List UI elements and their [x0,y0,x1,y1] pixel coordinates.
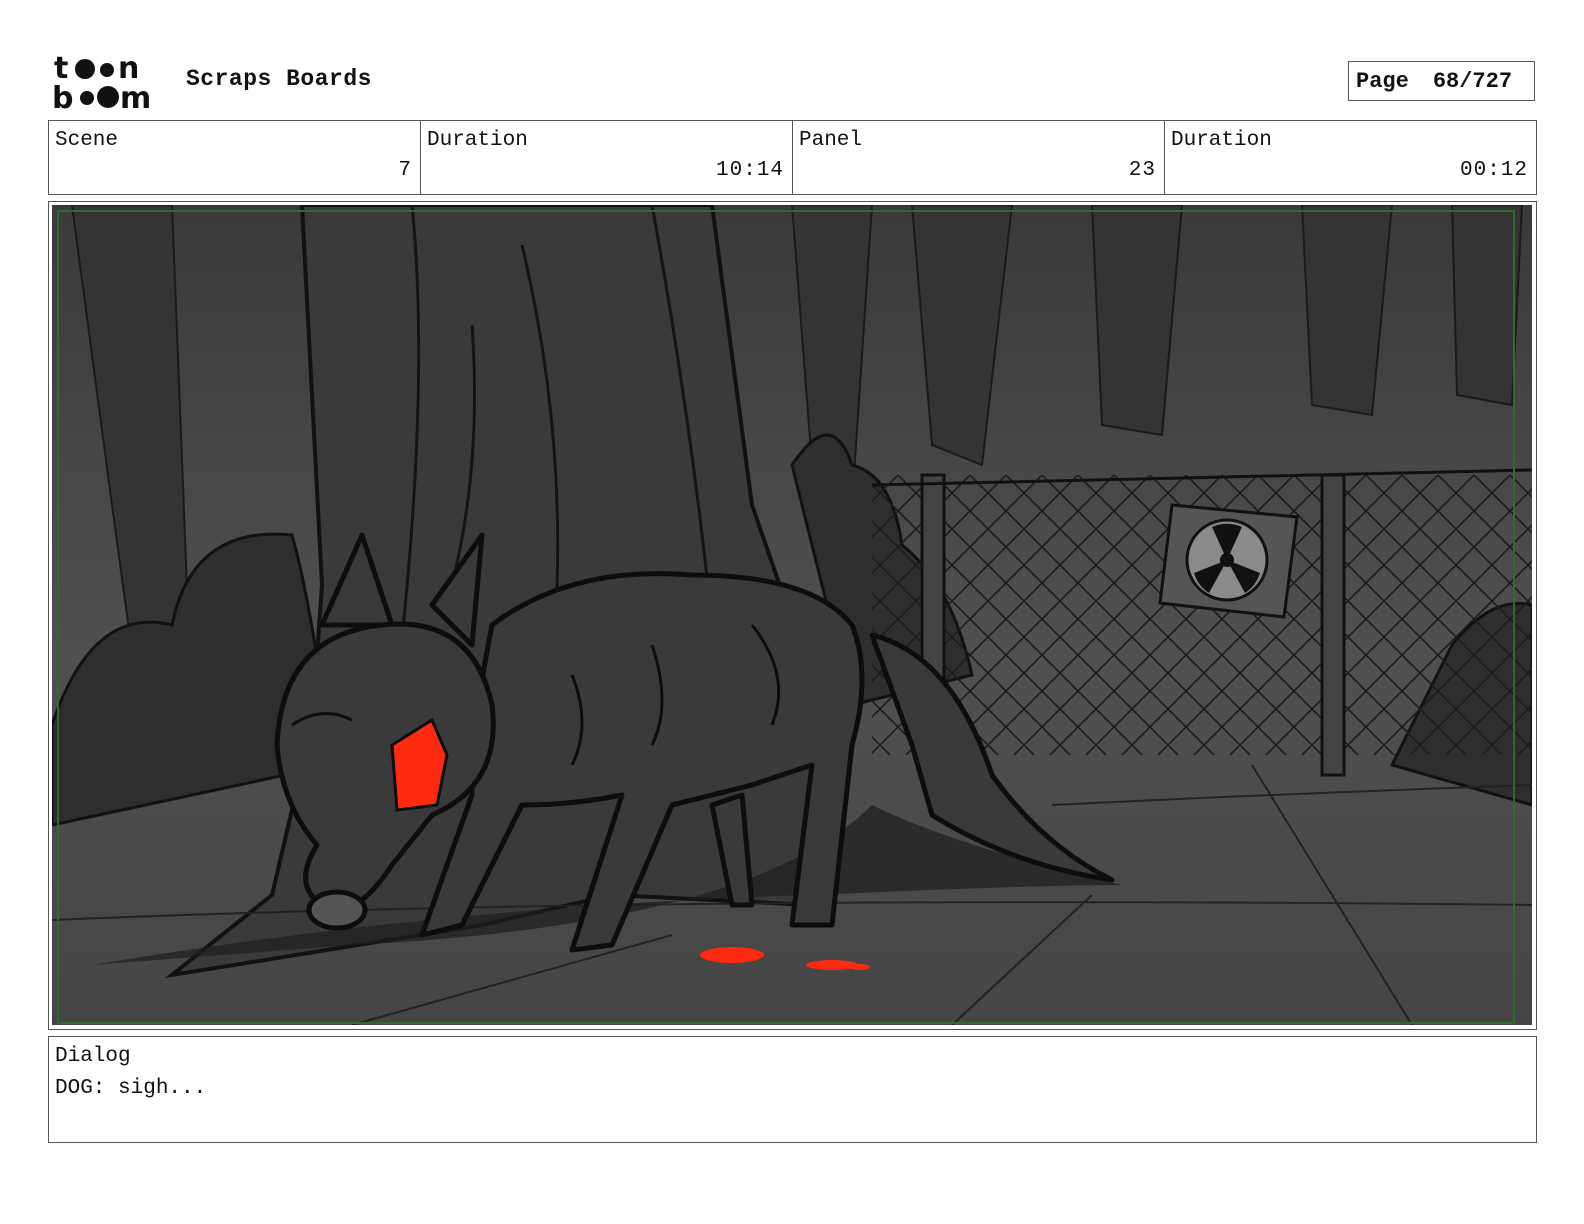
scene-value: 7 [398,159,412,182]
scene-cell: Scene 7 [49,121,421,194]
scene-duration-cell: Duration 10:14 [421,121,793,194]
page-number: 68/727 [1432,68,1513,94]
scene-duration-value: 10:14 [715,159,784,182]
radiation-sign [1158,503,1299,619]
panel-duration-label: Duration [1171,129,1272,152]
project-title: Scraps Boards [186,66,372,92]
page-label: Page [1356,68,1409,94]
page-indicator: Page 68/727 [1348,61,1535,101]
toonboom-logo: t n b m [52,52,164,112]
dialog-label: Dialog [55,1045,131,1068]
scene-duration-label: Duration [427,129,528,152]
panel-value: 23 [1128,159,1156,182]
svg-text:m: m [120,81,151,112]
panel-cell: Panel 23 [793,121,1165,194]
storyboard-panel-image [52,205,1532,1025]
panel-drawing [52,205,1532,1025]
storyboard-panel-frame [48,201,1537,1030]
panel-info-row: Scene 7 Duration 10:14 Panel 23 Duration… [48,120,1537,195]
svg-text:b: b [52,81,73,112]
dialog-box: Dialog DOG: sigh... [48,1036,1537,1143]
toonboom-logo-mark: t n b m [52,52,151,112]
panel-duration-value: 00:12 [1459,159,1528,182]
panel-duration-cell: Duration 00:12 [1165,121,1536,194]
panel-label: Panel [799,129,863,152]
scene-label: Scene [55,129,119,152]
dialog-text: DOG: sigh... [55,1077,207,1100]
